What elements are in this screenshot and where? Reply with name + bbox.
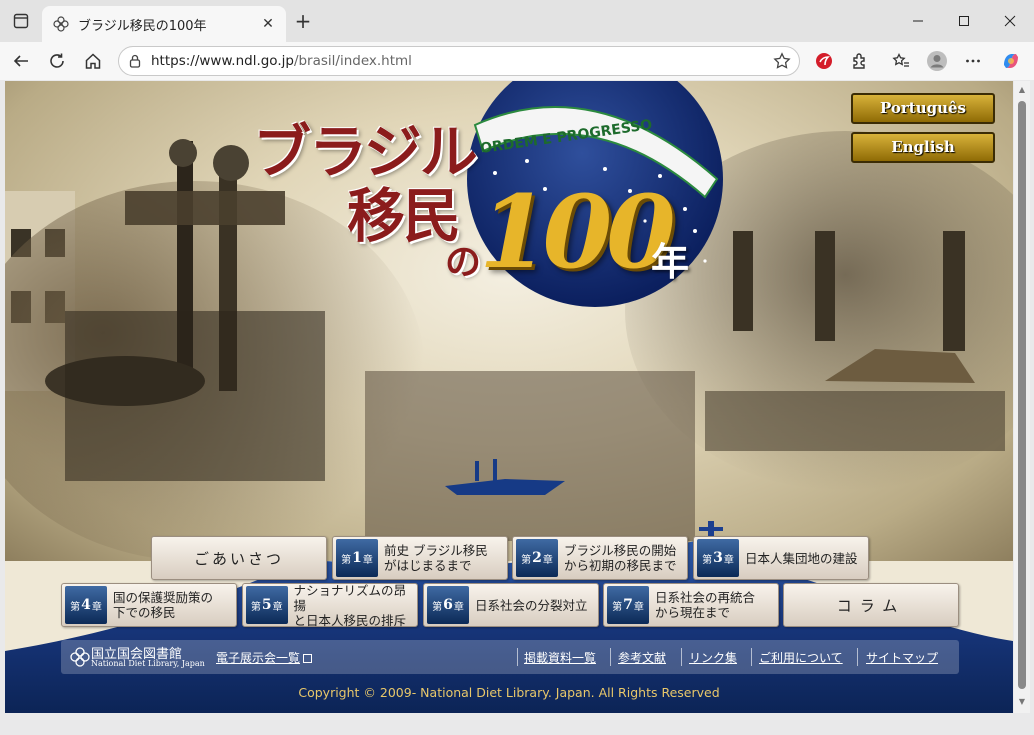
url-host: https://www.ndl.go.jp [151,53,294,69]
more-menu-icon[interactable] [960,48,986,74]
browser-tab-bar: ブラジル移民の100年 ✕ + [0,0,1034,42]
ndl-name-en: National Diet Library, Japan [91,659,205,668]
scroll-up-arrow-icon[interactable]: ▲ [1017,85,1027,95]
security-extension-icon[interactable] [811,48,837,74]
tab-close-icon[interactable]: ✕ [258,14,278,34]
chapter-subtitle: がはじまるまで [384,558,472,573]
title-immigrants: 移民 [347,182,461,250]
chapter-subtitle: と日本人移民の排斥 [293,612,407,628]
chapter-3-button[interactable]: 第3章 日本人集団地の建設 [693,536,869,580]
chapter-title: 日系社会の分裂対立 [475,597,588,613]
footer-link-terms[interactable]: ご利用について [759,649,843,666]
chapter-title: 日系社会の再統合 [655,590,756,605]
ndl-flower-logo-icon[interactable] [69,646,91,668]
greetings-button[interactable]: ごあいさつ [151,536,327,580]
chapter-badge: 第4章 [65,586,107,624]
chapter-badge: 第5章 [246,586,288,624]
lock-icon[interactable] [127,53,143,69]
chapter-badge: 第3章 [697,539,739,577]
greetings-label: ごあいさつ [193,549,284,568]
title-years: 年 [651,239,690,284]
exhibition-list-link[interactable]: 電子展示会一覧 [216,649,313,666]
favorites-list-icon[interactable] [888,48,914,74]
scroll-down-arrow-icon[interactable]: ▼ [1017,697,1027,707]
url-text: https://www.ndl.go.jp/brasil/index.html [151,53,412,69]
chapter-badge: 第6章 [427,586,469,624]
chapter-badge: 第2章 [516,539,558,577]
exhibition-list-label: 電子展示会一覧 [216,651,301,665]
english-button[interactable]: English [851,132,995,163]
footer-separator [517,648,518,666]
maximize-icon[interactable] [944,8,984,34]
footer-separator [857,648,858,666]
chapter-subtitle: から現在まで [655,605,731,620]
chapter-title: ブラジル移民の開始 [564,543,677,558]
chapter-1-button[interactable]: 第1章 前史 ブラジル移民 がはじまるまで [332,536,508,580]
page-viewport: ORDEM E PROGRESSO ブラジル 移民 の 100 年 Portug… [5,81,1013,713]
tab-title: ブラジル移民の100年 [78,19,207,34]
chapter-title: 国の保護奨励策の [113,590,214,605]
footer-link-materials[interactable]: 掲載資料一覧 [524,649,596,666]
portuguese-button[interactable]: Português [851,93,995,124]
page-scrollbar[interactable]: ▲ ▼ [1014,81,1030,713]
title-100: 100 [479,173,676,291]
address-bar[interactable]: https://www.ndl.go.jp/brasil/index.html [118,46,800,76]
chapter-title: 前史 ブラジル移民 [384,543,488,558]
chapter-title: ナショナリズムの昂揚 [293,582,407,613]
chapter-badge: 第1章 [336,539,378,577]
chapter-badge: 第7章 [607,586,649,624]
chapter-subtitle: 下での移民 [113,605,176,620]
minimize-icon[interactable] [898,8,938,34]
footer-link-references[interactable]: 参考文献 [618,649,666,666]
footer-separator [681,648,682,666]
profile-avatar-icon[interactable] [924,48,950,74]
column-button[interactable]: コラム [783,583,959,627]
footer-link-sitemap[interactable]: サイトマップ [866,649,938,666]
chapter-7-button[interactable]: 第7章 日系社会の再統合 から現在まで [603,583,779,627]
footer-link-links[interactable]: リンク集 [689,649,737,666]
scroll-thumb[interactable] [1018,101,1026,689]
tab-actions-icon[interactable] [10,11,32,31]
favorite-star-icon[interactable] [773,52,791,70]
extensions-puzzle-icon[interactable] [847,48,873,74]
chapter-6-button[interactable]: 第6章 日系社会の分裂対立 [423,583,599,627]
footer-bar: 国立国会図書館 National Diet Library, Japan 電子展… [61,640,959,674]
browser-toolbar: https://www.ndl.go.jp/brasil/index.html [0,42,1034,80]
footer-separator [610,648,611,666]
flower-favicon-icon [52,15,70,33]
chapter-5-button[interactable]: 第5章 ナショナリズムの昂揚 と日本人移民の排斥 [242,582,418,628]
chapter-2-button[interactable]: 第2章 ブラジル移民の開始 から初期の移民まで [512,536,688,580]
copyright-text: Copyright © 2009- National Diet Library.… [298,685,720,700]
chapter-subtitle: から初期の移民まで [564,558,677,573]
footer-separator [751,648,752,666]
external-window-icon [303,654,313,663]
column-label: コラム [836,596,906,615]
chapter-4-button[interactable]: 第4章 国の保護奨励策の 下での移民 [61,583,237,627]
title-no: の [445,241,482,283]
reload-icon[interactable] [44,48,70,74]
browser-tab[interactable]: ブラジル移民の100年 ✕ [42,6,286,42]
home-icon[interactable] [80,48,106,74]
copilot-icon[interactable] [998,48,1024,74]
back-arrow-icon[interactable] [8,48,34,74]
new-tab-icon[interactable]: + [292,9,314,33]
chapter-title: 日本人集団地の建設 [745,550,858,566]
url-path: /brasil/index.html [293,53,412,69]
close-window-icon[interactable] [990,8,1030,34]
